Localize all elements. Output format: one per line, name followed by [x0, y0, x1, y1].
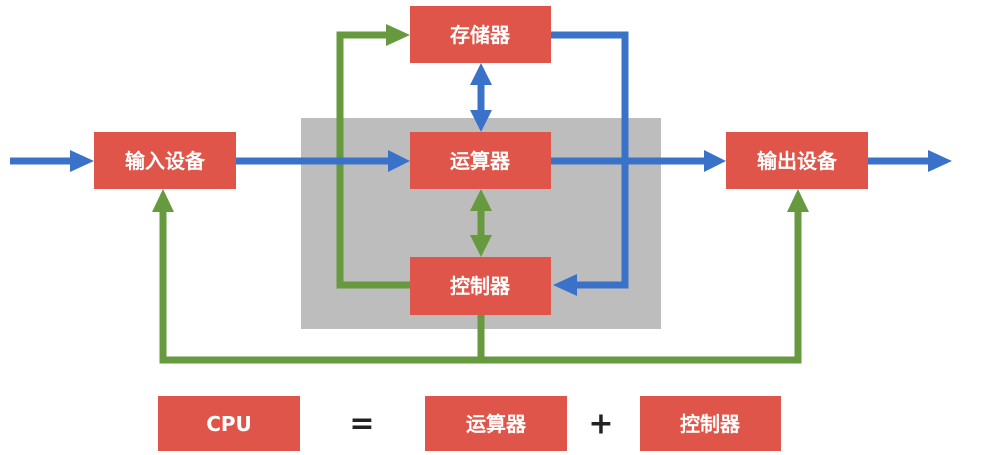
- cpu-equation: CPU = 运算器 + 控制器: [158, 396, 781, 451]
- equals-sign: =: [349, 407, 374, 442]
- alu-label: 运算器: [450, 149, 511, 173]
- arrowhead-icon: [704, 150, 726, 172]
- memory-label: 存储器: [450, 23, 511, 47]
- arrowhead-icon: [928, 150, 952, 172]
- plus-sign: +: [588, 407, 613, 442]
- arrowhead-icon: [70, 150, 94, 172]
- arrowhead-icon: [386, 24, 410, 46]
- output-device-label: 输出设备: [757, 149, 838, 173]
- input-device-label: 输入设备: [125, 149, 206, 173]
- controller-box: 控制器: [410, 257, 551, 315]
- output-device-box: 输出设备: [726, 132, 868, 189]
- memory-box: 存储器: [410, 6, 551, 63]
- controller-term-label: 控制器: [680, 412, 741, 436]
- controller-label: 控制器: [450, 274, 511, 298]
- alu-term-label: 运算器: [466, 412, 527, 436]
- cpu-label: CPU: [206, 412, 252, 436]
- arrowhead-icon: [152, 189, 174, 212]
- alu-box: 运算器: [410, 132, 551, 189]
- arrowhead-icon: [787, 189, 809, 212]
- input-device-box: 输入设备: [94, 132, 236, 189]
- von-neumann-diagram: 存储器 运算器 控制器 输入设备 输出设备 CPU = 运算器 + 控制器: [10, 6, 952, 451]
- arrowhead-icon: [470, 63, 492, 85]
